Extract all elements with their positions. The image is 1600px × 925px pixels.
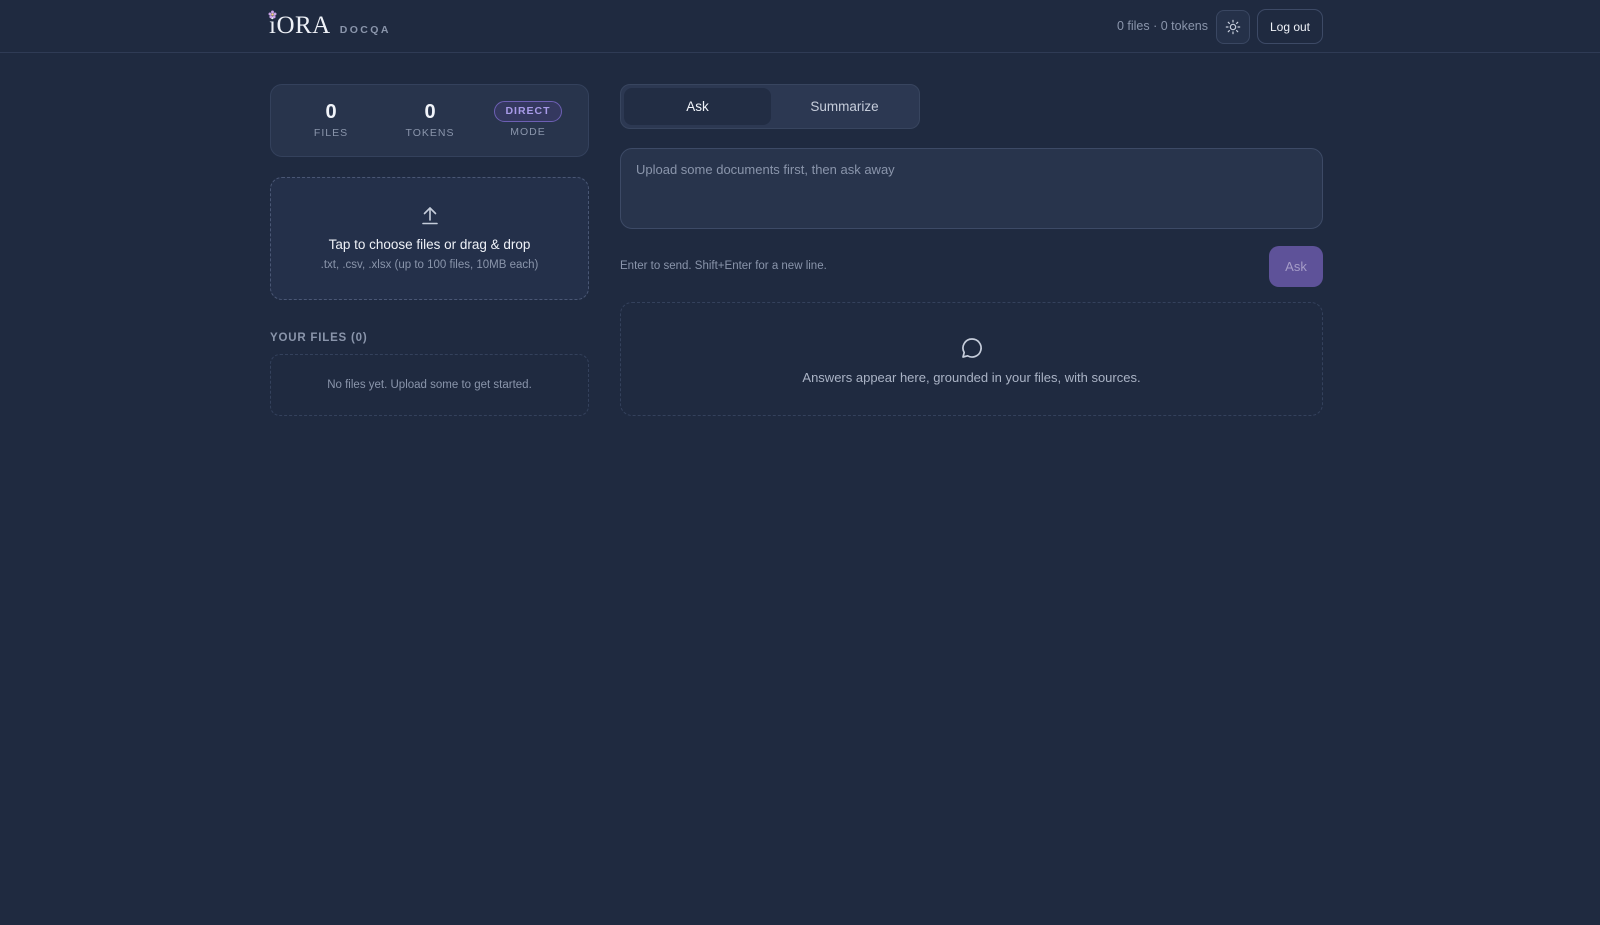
- top-header: iORA DOCQA 0 files · 0 tokens Log out: [0, 0, 1600, 53]
- files-empty-state: No files yet. Upload some to get started…: [270, 354, 589, 416]
- question-input[interactable]: [620, 148, 1323, 229]
- files-heading: YOUR FILES (0): [270, 332, 368, 344]
- logout-button[interactable]: Log out: [1257, 9, 1323, 44]
- stat-tokens: 0 TOKENS: [380, 100, 480, 139]
- tokens-count: 0: [424, 101, 436, 123]
- upload-dropzone[interactable]: Tap to choose files or drag & drop .txt,…: [270, 177, 589, 300]
- ask-button[interactable]: Ask: [1269, 246, 1323, 287]
- chat-bubble-icon: [962, 338, 982, 358]
- theme-toggle-button[interactable]: [1216, 10, 1250, 44]
- tab-summarize[interactable]: Summarize: [771, 88, 918, 125]
- files-count: 0: [325, 101, 337, 123]
- logo: iORA: [268, 10, 331, 39]
- answer-empty-text: Answers appear here, grounded in your fi…: [802, 370, 1141, 385]
- tokens-label: TOKENS: [405, 127, 455, 139]
- sun-icon: [1225, 19, 1241, 35]
- header-status: 0 files · 0 tokens: [1116, 19, 1208, 33]
- answer-panel: Answers appear here, grounded in your fi…: [620, 302, 1323, 416]
- upload-hint: .txt, .csv, .xlsx (up to 100 files, 10MB…: [320, 259, 539, 271]
- stats-card: 0 FILES 0 TOKENS DIRECT MODE: [270, 84, 589, 157]
- stat-mode: DIRECT MODE: [478, 101, 578, 138]
- input-hint: Enter to send. Shift+Enter for a new lin…: [620, 260, 827, 272]
- app-subtitle: DOCQA: [339, 24, 391, 36]
- mode-label: MODE: [510, 126, 546, 138]
- mode-tabs: Ask Summarize: [620, 84, 920, 129]
- files-label: FILES: [313, 127, 349, 139]
- upload-arrow-icon: [422, 207, 438, 225]
- flower-icon: [268, 10, 277, 19]
- files-empty-text: No files yet. Upload some to get started…: [327, 379, 532, 391]
- tab-ask[interactable]: Ask: [624, 88, 771, 125]
- mode-badge: DIRECT: [494, 101, 562, 122]
- brand[interactable]: iORA DOCQA: [268, 10, 391, 40]
- stat-files: 0 FILES: [281, 100, 381, 139]
- upload-title: Tap to choose files or drag & drop: [328, 237, 531, 252]
